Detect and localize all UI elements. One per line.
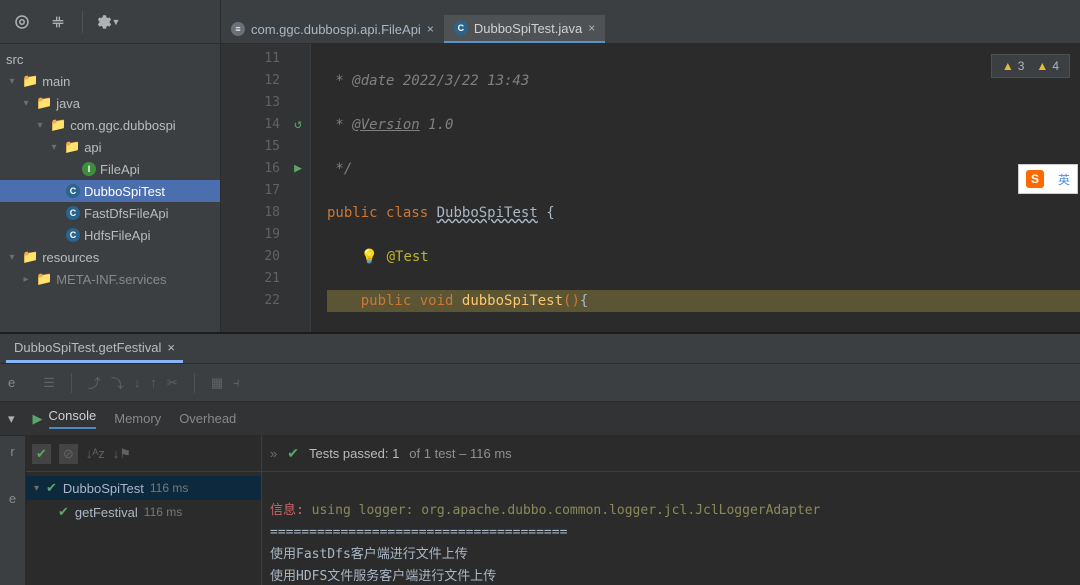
tree-fileapi[interactable]: IFileApi [0,158,220,180]
block-icon[interactable]: ⊘ [59,444,78,464]
tree-main[interactable]: ▾📁main [0,70,220,92]
file-icon: ≡ [231,22,245,36]
tab-overhead[interactable]: Overhead [179,411,236,426]
export-icon[interactable]: ⤴ [88,373,101,392]
class-icon: C [454,21,468,35]
inspection-widget[interactable]: ▲3 ▲4 [991,54,1070,78]
project-toolbar: ▼ [0,0,220,44]
chevrons-icon[interactable]: » [270,446,277,461]
tree-pkg[interactable]: ▾📁com.ggc.dubbospi [0,114,220,136]
code-editor[interactable]: 11 12 13 14↺ 15 16▶ 17 18 19 20 21 22 * … [221,44,1080,332]
run-tool-window: DubboSpiTest.getFestival × e ☰ ⤴ ⤵ ↓ ↑ ✂… [0,333,1080,585]
check-icon[interactable]: ✔ [32,444,51,464]
download-icon[interactable]: ↓ [134,375,141,390]
interface-icon: I [82,162,96,176]
gutter[interactable]: 11 12 13 14↺ 15 16▶ 17 18 19 20 21 22 [221,44,311,332]
close-icon[interactable]: × [427,22,434,36]
close-icon[interactable]: × [167,340,175,355]
run-gutter-icon[interactable]: ↺ [294,114,302,136]
test-toolbar: ✔ ⊘ ↓ᴬz ↓⚑ [26,436,261,472]
bulb-icon[interactable]: 💡 [361,249,378,265]
tree-java[interactable]: ▾📁java [0,92,220,114]
ime-lang[interactable]: 英 [1058,171,1070,188]
test-child[interactable]: ✔getFestival116 ms [26,500,261,524]
label-r: r [10,444,14,459]
align-icon[interactable]: ☰ [43,375,55,391]
warning-icon: ▲ [1002,59,1014,73]
ime-toolbar[interactable]: S 英 [1018,164,1078,194]
target-icon[interactable] [6,8,38,36]
tree-api[interactable]: ▾📁api [0,136,220,158]
sogou-icon: S [1026,170,1044,188]
tab-console[interactable]: ▶Console [33,408,97,429]
run-test-icon[interactable]: ▶ [294,158,302,180]
console-side-gutter: r e [0,436,26,585]
gear-icon[interactable]: ▼ [91,8,123,36]
test-tree-panel: ✔ ⊘ ↓ᴬz ↓⚑ ▾✔DubboSpiTest116 ms ✔getFest… [26,436,262,585]
tree-dubbospitest[interactable]: CDubboSpiTest [0,180,220,202]
expand-all-icon[interactable] [42,8,74,36]
console-output[interactable]: 信息: using logger: org.apache.dubbo.commo… [262,472,1080,585]
editor-tabs: ≡com.ggc.dubbospi.api.FileApi× CDubboSpi… [221,0,1080,44]
class-icon: C [66,206,80,220]
tree-src[interactable]: src [0,48,220,70]
warning-icon: ▲ [1036,59,1048,73]
tree-metainf[interactable]: ▸📁META-INF.services [0,268,220,290]
left-label: e [8,375,15,390]
chevron-down-icon[interactable]: ▾ [8,411,15,427]
tests-total-label: of 1 test – 116 ms [409,446,511,461]
run-icon-toolbar: e ☰ ⤴ ⤵ ↓ ↑ ✂ ▦ ⫞ [0,364,1080,402]
run-tab[interactable]: DubboSpiTest.getFestival × [6,335,183,363]
upload-icon[interactable]: ↑ [150,375,157,390]
import-icon[interactable]: ⤵ [111,373,124,392]
test-status-bar: » ✔ Tests passed: 1 of 1 test – 116 ms [262,436,1080,472]
close-icon[interactable]: × [588,21,595,35]
tree-resources[interactable]: ▾📁resources [0,246,220,268]
run-icon: ▶ [33,411,43,427]
label-e: e [9,491,16,506]
tree-hdfs[interactable]: CHdfsFileApi [0,224,220,246]
tab-fileapi[interactable]: ≡com.ggc.dubbospi.api.FileApi× [221,15,444,43]
test-root[interactable]: ▾✔DubboSpiTest116 ms [26,476,261,500]
tab-dubbospitest[interactable]: CDubboSpiTest.java× [444,15,605,43]
tests-passed-label: Tests passed: 1 [309,446,399,461]
tree-fastdfs[interactable]: CFastDfsFileApi [0,202,220,224]
grid-icon[interactable]: ▦ [211,375,223,391]
class-icon: C [66,228,80,242]
sort-icon[interactable]: ↓ᴬz [86,446,105,461]
console-tab-bar: ▾ ▶Console Memory Overhead [0,402,1080,436]
class-icon: C [66,184,80,198]
project-sidebar: ▼ src ▾📁main ▾📁java ▾📁com.ggc.dubbospi ▾… [0,0,221,332]
layout-icon[interactable]: ⫞ [233,375,240,391]
filter-icon[interactable]: ↓⚑ [113,446,131,462]
pin-icon[interactable]: ✂ [167,375,178,391]
code-content[interactable]: * @date 2022/3/22 13:43 * @Version 1.0 *… [311,44,1080,332]
check-icon: ✔ [287,445,299,462]
project-tree[interactable]: src ▾📁main ▾📁java ▾📁com.ggc.dubbospi ▾📁a… [0,44,220,332]
tab-memory[interactable]: Memory [114,411,161,426]
